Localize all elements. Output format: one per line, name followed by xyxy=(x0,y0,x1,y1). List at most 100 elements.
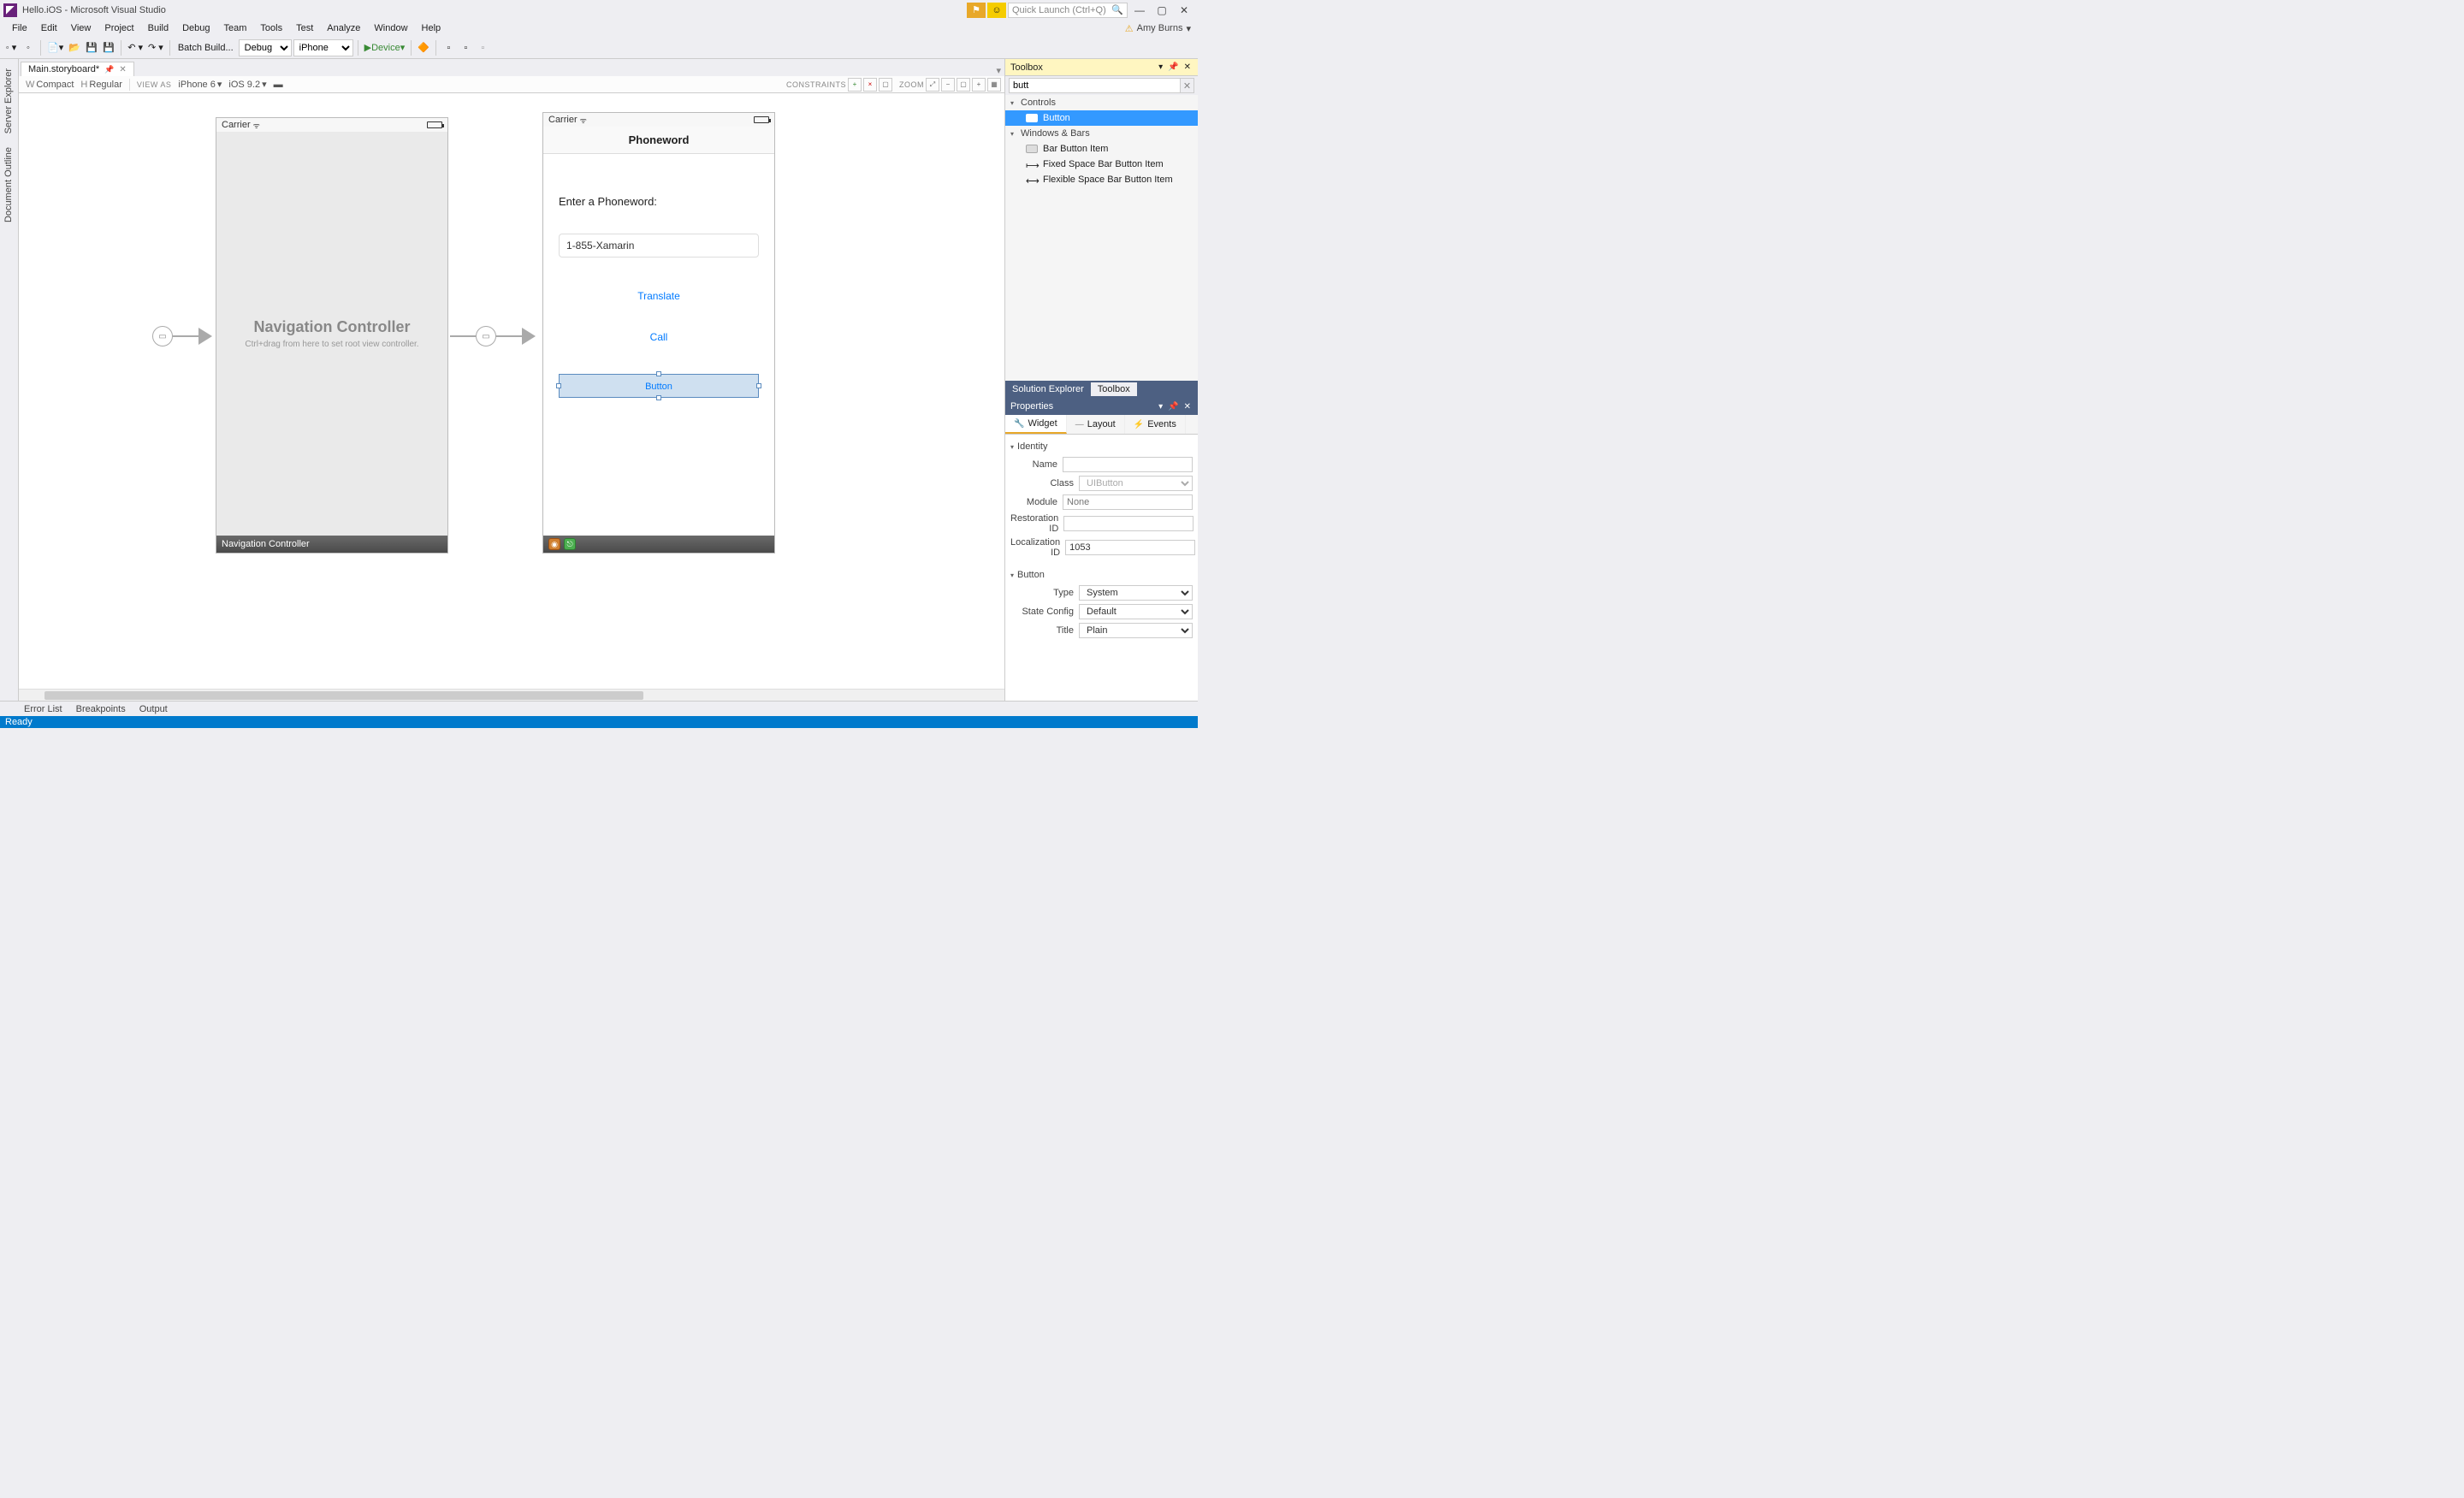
prop-type-select[interactable]: System xyxy=(1079,585,1193,601)
panel-close-icon[interactable]: ✕ xyxy=(1182,402,1193,412)
panel-menu-icon[interactable]: ▾ xyxy=(1157,402,1164,412)
menu-file[interactable]: File xyxy=(5,21,34,35)
prop-localization-input[interactable] xyxy=(1065,540,1195,555)
menu-edit[interactable]: Edit xyxy=(34,21,64,35)
pin-icon[interactable]: 📌 xyxy=(104,65,114,74)
view-controller-icon[interactable]: ◉ xyxy=(548,538,560,550)
entry-point-icon[interactable]: ▭ xyxy=(152,326,173,346)
toolbar-icon-1[interactable]: 🔶 xyxy=(416,39,431,56)
toolbox-item-fixed-space[interactable]: ⟼ Fixed Space Bar Button Item xyxy=(1005,157,1198,172)
size-class-w[interactable]: WWCompactCompact xyxy=(22,80,77,90)
phoneword-scene[interactable]: Carrierᯤ Phoneword Enter a Phoneword: 1-… xyxy=(542,112,775,554)
properties-tab-layout[interactable]: — Layout xyxy=(1067,415,1125,434)
new-project-button[interactable]: 📄▾ xyxy=(45,39,65,56)
panel-close-icon[interactable]: ✕ xyxy=(1182,62,1193,72)
menu-analyze[interactable]: Analyze xyxy=(320,21,367,35)
toolbar-icon-3[interactable]: ▫ xyxy=(458,39,473,56)
close-tab-icon[interactable]: ✕ xyxy=(119,65,126,74)
translate-button[interactable]: Translate xyxy=(559,290,759,302)
call-button[interactable]: Call xyxy=(559,331,759,343)
new-button-selected[interactable]: Button xyxy=(559,374,759,398)
panel-menu-icon[interactable]: ▾ xyxy=(1157,62,1164,72)
breakpoints-tab[interactable]: Breakpoints xyxy=(69,702,133,716)
horizontal-scrollbar[interactable] xyxy=(19,689,1004,701)
ios-select[interactable]: iOS 9.2 ▾ xyxy=(225,79,270,90)
prop-restoration-input[interactable] xyxy=(1063,516,1194,531)
batch-build-button[interactable]: Batch Build... xyxy=(175,43,237,53)
zoom-in-icon[interactable]: + xyxy=(972,78,986,92)
toolbox-item-bar-button[interactable]: Bar Button Item xyxy=(1005,141,1198,157)
error-list-tab[interactable]: Error List xyxy=(17,702,69,716)
save-button[interactable]: 💾 xyxy=(84,39,99,56)
platform-select[interactable]: iPhone xyxy=(293,39,353,56)
segue-icon[interactable]: ▭ xyxy=(476,326,496,346)
toolbox-group-controls[interactable]: ▾ Controls xyxy=(1005,95,1198,110)
panel-pin-icon[interactable]: 📌 xyxy=(1166,402,1180,412)
prop-state-select[interactable]: Default xyxy=(1079,604,1193,619)
prompt-label[interactable]: Enter a Phoneword: xyxy=(559,195,759,208)
menu-build[interactable]: Build xyxy=(141,21,175,35)
toolbox-tab[interactable]: Toolbox xyxy=(1091,382,1137,396)
navigation-controller-scene[interactable]: Carrierᯤ Navigation Controller Ctrl+drag… xyxy=(216,117,448,554)
menu-window[interactable]: Window xyxy=(367,21,414,35)
resize-handle-n[interactable] xyxy=(656,371,661,376)
nav-fwd-button[interactable]: ◦ xyxy=(21,39,36,56)
nav-bar-title[interactable]: Phoneword xyxy=(543,127,774,154)
config-select[interactable]: Debug xyxy=(239,39,292,56)
redo-button[interactable]: ↷ ▾ xyxy=(146,39,165,56)
toolbox-search-clear[interactable]: ✕ xyxy=(1181,78,1194,93)
tab-overflow-button[interactable]: ▾ xyxy=(996,65,1004,76)
identity-group-header[interactable]: ▾ Identity xyxy=(1010,438,1193,455)
zoom-fit-icon[interactable]: ⤢ xyxy=(926,78,939,92)
prop-class-select[interactable]: UIButton xyxy=(1079,476,1193,491)
prop-title-select[interactable]: Plain xyxy=(1079,623,1193,638)
toolbox-group-windows-bars[interactable]: ▾ Windows & Bars xyxy=(1005,126,1198,141)
constraint-frame-icon[interactable]: ▢ xyxy=(879,78,892,92)
open-button[interactable]: 📂 xyxy=(67,39,82,56)
prop-module-input[interactable] xyxy=(1063,494,1193,510)
user-account[interactable]: ⚠ Amy Burns ▾ xyxy=(1125,23,1198,34)
restore-button[interactable]: ▢ xyxy=(1152,3,1172,18)
constraint-add-icon[interactable]: + xyxy=(848,78,862,92)
device-select[interactable]: iPhone 6 ▾ xyxy=(175,79,225,90)
minimize-button[interactable]: — xyxy=(1129,3,1150,18)
properties-tab-widget[interactable]: 🔧 Widget xyxy=(1005,415,1067,434)
document-outline-tab[interactable]: Document Outline xyxy=(0,141,17,228)
button-group-header[interactable]: ▾ Button xyxy=(1010,566,1193,583)
quick-launch-input[interactable]: Quick Launch (Ctrl+Q) 🔍 xyxy=(1008,3,1128,18)
solution-explorer-tab[interactable]: Solution Explorer xyxy=(1005,382,1091,396)
nav-back-button[interactable]: ◦ ▾ xyxy=(3,39,19,56)
zoom-actual-icon[interactable]: ▢ xyxy=(957,78,970,92)
toolbox-item-flexible-space[interactable]: ⟷ Flexible Space Bar Button Item xyxy=(1005,172,1198,187)
server-explorer-tab[interactable]: Server Explorer xyxy=(0,62,17,139)
save-all-button[interactable]: 💾 xyxy=(101,39,116,56)
undo-button[interactable]: ↶ ▾ xyxy=(126,39,145,56)
resize-handle-s[interactable] xyxy=(656,395,661,400)
properties-tab-events[interactable]: ⚡ Events xyxy=(1125,415,1186,434)
size-class-h[interactable]: HRegular xyxy=(77,80,125,90)
menu-tools[interactable]: Tools xyxy=(253,21,289,35)
panel-pin-icon[interactable]: 📌 xyxy=(1166,62,1180,72)
toolbox-item-button[interactable]: Button xyxy=(1005,110,1198,126)
notification-flag-icon[interactable]: ⚑ xyxy=(967,3,986,18)
orientation-icon[interactable]: ▬ xyxy=(270,80,287,90)
menu-help[interactable]: Help xyxy=(415,21,448,35)
toolbar-icon-2[interactable]: ▫ xyxy=(441,39,456,56)
grid-icon[interactable]: ▦ xyxy=(987,78,1001,92)
menu-project[interactable]: Project xyxy=(98,21,140,35)
run-button[interactable]: ▶ Device ▾ xyxy=(363,39,407,56)
scrollbar-thumb[interactable] xyxy=(44,691,643,700)
menu-test[interactable]: Test xyxy=(289,21,320,35)
phoneword-textfield[interactable]: 1-855-Xamarin xyxy=(559,234,759,258)
menu-team[interactable]: Team xyxy=(217,21,254,35)
feedback-smile-icon[interactable]: ☺ xyxy=(987,3,1006,18)
constraint-remove-icon[interactable]: × xyxy=(863,78,877,92)
toolbar-icon-4[interactable]: ▫ xyxy=(475,39,490,56)
close-button[interactable]: ✕ xyxy=(1174,3,1194,18)
toolbox-search-input[interactable] xyxy=(1009,78,1181,93)
menu-view[interactable]: View xyxy=(64,21,98,35)
resize-handle-e[interactable] xyxy=(756,383,761,388)
menu-debug[interactable]: Debug xyxy=(175,21,216,35)
storyboard-canvas[interactable]: ▭ Carrierᯤ Navigation Controller Ctrl+dr… xyxy=(19,93,1004,689)
document-tab-storyboard[interactable]: Main.storyboard* 📌 ✕ xyxy=(21,62,134,76)
